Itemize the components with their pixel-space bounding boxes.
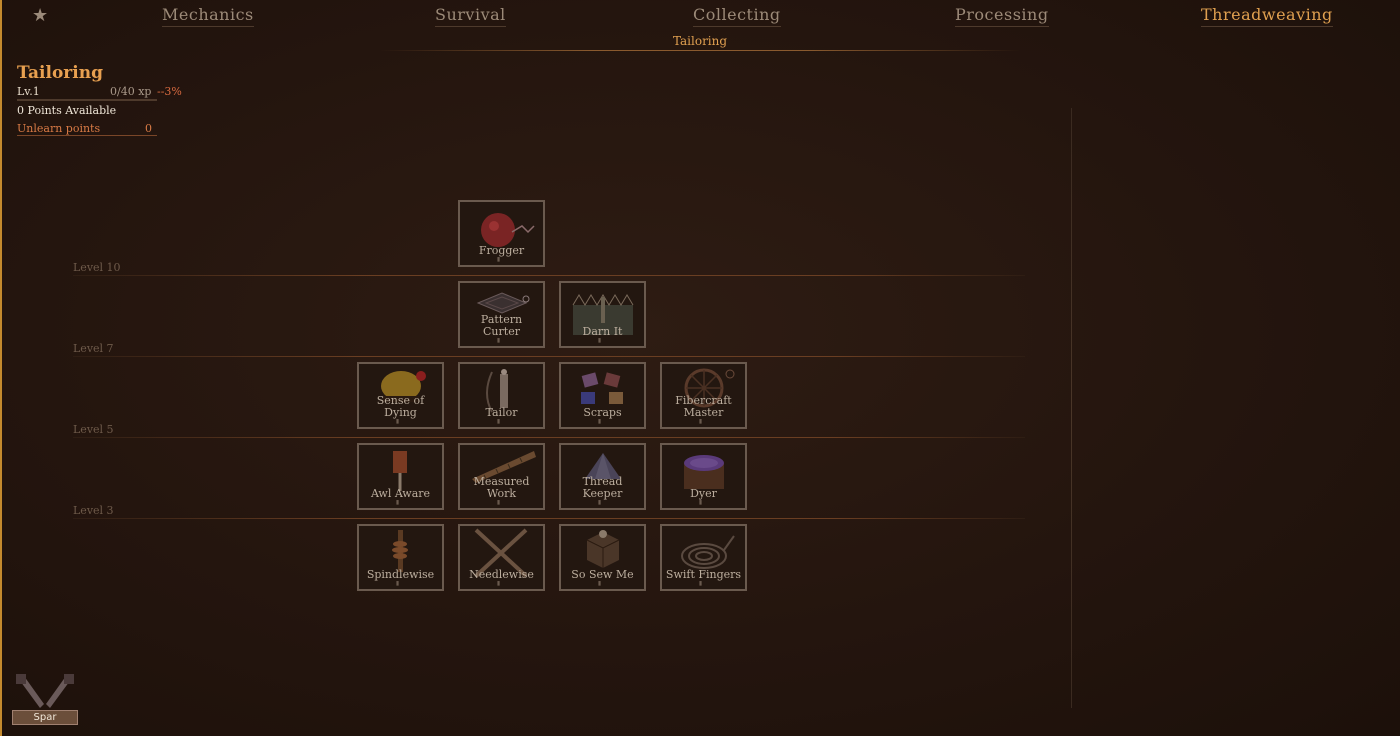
perk-thread-keeper[interactable]: Thread Keeper ▮ xyxy=(559,443,646,510)
points-available: 0 Points Available xyxy=(17,104,117,117)
tab-threadweaving[interactable]: Threadweaving xyxy=(1201,5,1333,27)
spar-button[interactable]: Spar xyxy=(12,710,78,725)
tab-mechanics[interactable]: Mechanics xyxy=(162,5,254,27)
skill-xp-change: --3% xyxy=(157,85,182,98)
star-icon[interactable]: ★ xyxy=(32,5,48,26)
level-label-10: Level 10 xyxy=(73,261,121,274)
perk-label: Sense of Dying xyxy=(376,394,425,419)
subtab-tailoring[interactable]: Tailoring xyxy=(0,34,1400,48)
perk-label: Fibercraft Master xyxy=(675,394,732,419)
perk-dyer[interactable]: Dyer ▮ xyxy=(660,443,747,510)
perk-sense-of-dying[interactable]: Sense of Dying ▮ xyxy=(357,362,444,429)
level-divider xyxy=(73,275,1025,276)
perk-label: Pattern Curter xyxy=(480,313,523,338)
perk-swift-fingers[interactable]: Swift Fingers ▮ xyxy=(660,524,747,591)
tab-survival[interactable]: Survival xyxy=(435,5,506,27)
unlearn-points-value: 0 xyxy=(145,122,152,135)
xp-progress-bar xyxy=(17,99,157,101)
unlearn-underline xyxy=(17,135,157,136)
subtab-underline xyxy=(380,50,1020,51)
skill-title: Tailoring xyxy=(17,63,103,83)
panel-divider xyxy=(1071,108,1072,708)
perk-so-sew-me[interactable]: So Sew Me ▮ xyxy=(559,524,646,591)
skill-xp: 0/40 xp xyxy=(110,85,152,98)
crossed-swords-icon xyxy=(16,674,74,708)
perk-label: Thread Keeper xyxy=(582,475,623,500)
level-divider xyxy=(73,518,1025,519)
perk-pattern-curter[interactable]: Pattern Curter ▮ xyxy=(458,281,545,348)
perk-scraps[interactable]: Scraps ▮ xyxy=(559,362,646,429)
unlearn-points-button[interactable]: Unlearn points xyxy=(17,122,100,135)
tab-collecting[interactable]: Collecting xyxy=(693,5,781,27)
perk-frogger[interactable]: Frogger ▮ xyxy=(458,200,545,267)
perk-measured-work[interactable]: Measured Work ▮ xyxy=(458,443,545,510)
perk-darn-it[interactable]: Darn It ▮ xyxy=(559,281,646,348)
top-navigation: ★ Mechanics Survival Collecting Processi… xyxy=(0,0,1400,32)
level-label-7: Level 7 xyxy=(73,342,114,355)
perk-spindlewise[interactable]: Spindlewise ▮ xyxy=(357,524,444,591)
level-divider xyxy=(73,356,1025,357)
perk-needlewise[interactable]: Needlewise ▮ xyxy=(458,524,545,591)
perk-awl-aware[interactable]: Awl Aware ▮ xyxy=(357,443,444,510)
perk-label: Measured Work xyxy=(473,475,530,500)
level-label-3: Level 3 xyxy=(73,504,114,517)
level-label-5: Level 5 xyxy=(73,423,114,436)
tab-processing[interactable]: Processing xyxy=(955,5,1049,27)
perk-fibercraft-master[interactable]: Fibercraft Master ▮ xyxy=(660,362,747,429)
level-divider xyxy=(73,437,1025,438)
perk-tailor[interactable]: Tailor ▮ xyxy=(458,362,545,429)
skill-level: Lv.1 xyxy=(17,85,40,98)
window-frame-edge xyxy=(0,0,2,736)
